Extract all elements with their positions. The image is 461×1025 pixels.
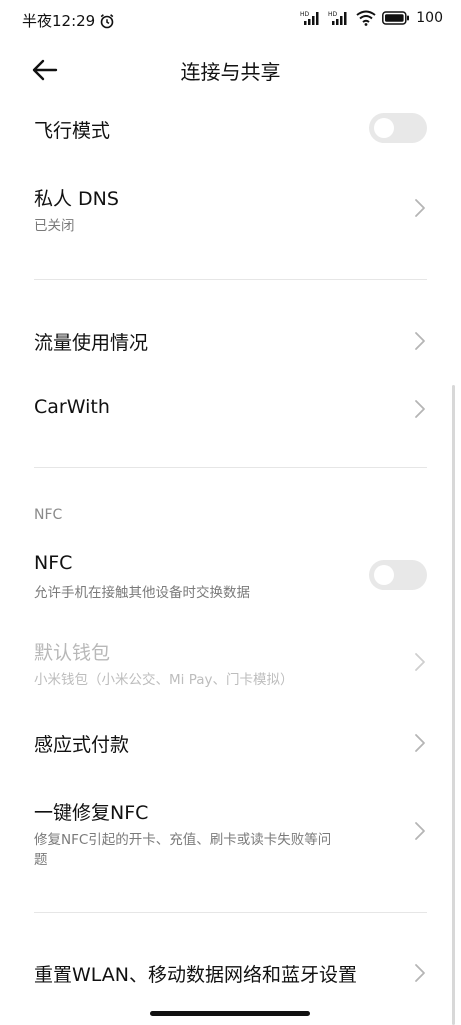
private-dns-row[interactable]: 私人 DNS 已关闭 <box>0 176 461 240</box>
reset-network-label: 重置WLAN、移动数据网络和蓝牙设置 <box>34 964 358 986</box>
fix-nfc-description-line1: 修复NFC引起的开卡、充值、刷卡或读卡失败等问 <box>34 832 332 848</box>
svg-text:HD: HD <box>328 11 338 18</box>
hd-signal-icon: HD <box>300 10 322 26</box>
scrollbar[interactable] <box>452 385 455 1025</box>
data-usage-label: 流量使用情况 <box>34 332 149 354</box>
data-usage-row[interactable]: 流量使用情况 <box>0 318 461 364</box>
private-dns-label: 私人 DNS <box>34 188 119 210</box>
hd-signal-icon: HD <box>328 10 350 26</box>
nfc-toggle[interactable] <box>369 560 427 590</box>
battery-percent: 100 <box>416 10 443 26</box>
nfc-label: NFC <box>34 552 73 574</box>
svg-text:HD: HD <box>300 11 310 18</box>
default-wallet-value: 小米钱包（小米公交、Mi Pay、门卡模拟） <box>34 672 294 688</box>
chevron-right-icon <box>415 199 425 217</box>
page-title: 连接与共享 <box>180 60 281 84</box>
status-bar: 半夜12:29 HD HD 100 <box>0 0 461 40</box>
wifi-icon <box>356 10 376 26</box>
tap-pay-row[interactable]: 感应式付款 <box>0 720 461 766</box>
airplane-mode-label: 飞行模式 <box>34 120 111 142</box>
fix-nfc-label: 一键修复NFC <box>34 802 149 824</box>
nfc-description: 允许手机在接触其他设备时交换数据 <box>34 585 250 601</box>
default-wallet-label: 默认钱包 <box>34 642 111 664</box>
carwith-row[interactable]: CarWith <box>0 386 461 432</box>
battery-icon <box>382 11 410 25</box>
fix-nfc-row[interactable]: 一键修复NFC 修复NFC引起的开卡、充值、刷卡或读卡失败等问 题 <box>0 792 461 872</box>
reset-network-row[interactable]: 重置WLAN、移动数据网络和蓝牙设置 <box>0 950 461 996</box>
chevron-right-icon <box>415 332 425 350</box>
airplane-mode-toggle[interactable] <box>369 113 427 143</box>
toggle-knob <box>374 118 394 138</box>
chevron-right-icon <box>415 734 425 752</box>
tap-pay-label: 感应式付款 <box>34 734 130 756</box>
section-header-nfc: NFC <box>34 507 63 523</box>
toggle-knob <box>374 565 394 585</box>
airplane-mode-row[interactable]: 飞行模式 <box>0 104 461 154</box>
default-wallet-row: 默认钱包 小米钱包（小米公交、Mi Pay、门卡模拟） <box>0 632 461 694</box>
alarm-icon <box>99 13 115 29</box>
private-dns-status: 已关闭 <box>34 218 75 234</box>
status-time: 半夜12:29 <box>22 12 96 30</box>
chevron-right-icon <box>415 822 425 840</box>
fix-nfc-description-line2: 题 <box>34 852 48 868</box>
chevron-right-icon <box>415 400 425 418</box>
chevron-right-icon <box>415 653 425 671</box>
app-bar: 连接与共享 <box>0 48 461 92</box>
status-left: 半夜12:29 <box>22 10 115 31</box>
nfc-row[interactable]: NFC 允许手机在接触其他设备时交换数据 <box>0 548 461 608</box>
carwith-label: CarWith <box>34 396 110 418</box>
divider <box>34 279 427 280</box>
home-indicator[interactable] <box>150 1011 310 1016</box>
divider <box>34 467 427 468</box>
chevron-right-icon <box>415 964 425 982</box>
status-right: HD HD 100 <box>300 10 443 26</box>
divider <box>34 912 427 913</box>
